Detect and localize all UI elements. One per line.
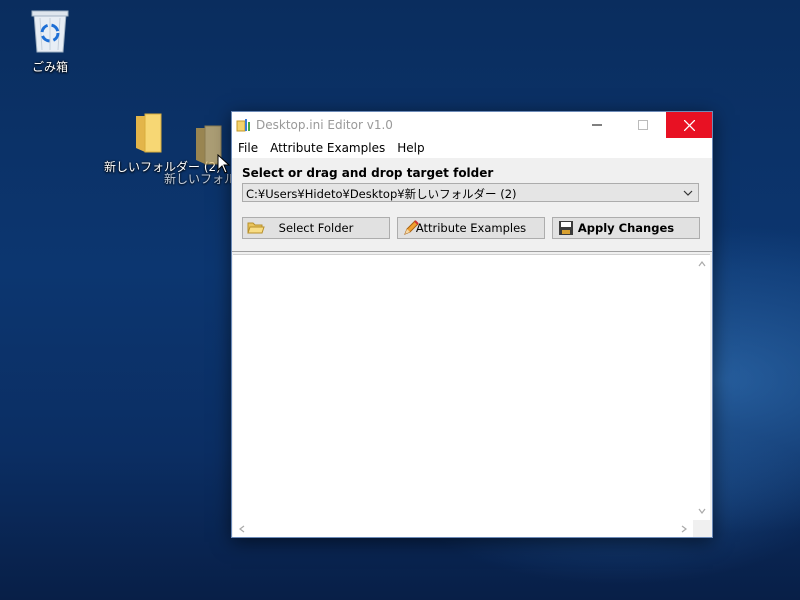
horizontal-scrollbar[interactable] <box>233 520 693 537</box>
select-folder-button[interactable]: Select Folder <box>242 217 390 239</box>
scroll-up-icon[interactable] <box>697 259 707 269</box>
divider <box>232 251 712 252</box>
recycle-bin-label: ごみ箱 <box>31 60 68 74</box>
folder-path-value: C:¥Users¥Hideto¥Desktop¥新しいフォルダー (2) <box>246 187 517 201</box>
minimize-icon <box>592 124 602 126</box>
folder-icon <box>136 113 162 153</box>
menu-file[interactable]: File <box>232 138 264 158</box>
attribute-examples-button[interactable]: Attribute Examples <box>397 217 545 239</box>
apply-changes-button[interactable]: Apply Changes <box>552 217 700 239</box>
folder-path-dropdown[interactable]: C:¥Users¥Hideto¥Desktop¥新しいフォルダー (2) <box>242 183 699 202</box>
pencil-icon <box>404 220 419 235</box>
close-icon <box>683 119 695 131</box>
apply-changes-label: Apply Changes <box>577 221 675 235</box>
select-folder-label: Select Folder <box>278 221 354 235</box>
title-bar[interactable]: Desktop.ini Editor v1.0 <box>232 112 712 138</box>
desktop-recycle-bin[interactable]: ごみ箱 <box>5 8 95 75</box>
desktop-ini-editor-window: Desktop.ini Editor v1.0 File Attribute E… <box>231 111 713 538</box>
maximize-icon <box>638 120 648 130</box>
menu-help[interactable]: Help <box>391 138 430 158</box>
mouse-pointer-icon <box>217 154 231 174</box>
scroll-down-icon[interactable] <box>697 506 707 516</box>
scroll-left-icon[interactable] <box>237 524 247 534</box>
attribute-examples-label: Attribute Examples <box>415 221 527 235</box>
minimize-button[interactable] <box>574 112 620 138</box>
recycle-bin-icon <box>31 10 69 53</box>
menu-attribute-examples[interactable]: Attribute Examples <box>264 138 391 158</box>
window-title: Desktop.ini Editor v1.0 <box>256 118 393 132</box>
target-folder-label: Select or drag and drop target folder <box>242 166 494 180</box>
content-text-area[interactable] <box>233 254 710 537</box>
chevron-down-icon <box>683 190 693 196</box>
scroll-right-icon[interactable] <box>679 524 689 534</box>
menu-bar: File Attribute Examples Help <box>232 138 712 158</box>
close-button[interactable] <box>666 112 712 138</box>
scrollbar-corner <box>693 520 710 537</box>
maximize-button[interactable] <box>620 112 666 138</box>
open-folder-icon <box>247 222 265 234</box>
app-icon <box>236 119 250 132</box>
vertical-scrollbar[interactable] <box>693 255 710 520</box>
save-icon <box>559 221 573 235</box>
